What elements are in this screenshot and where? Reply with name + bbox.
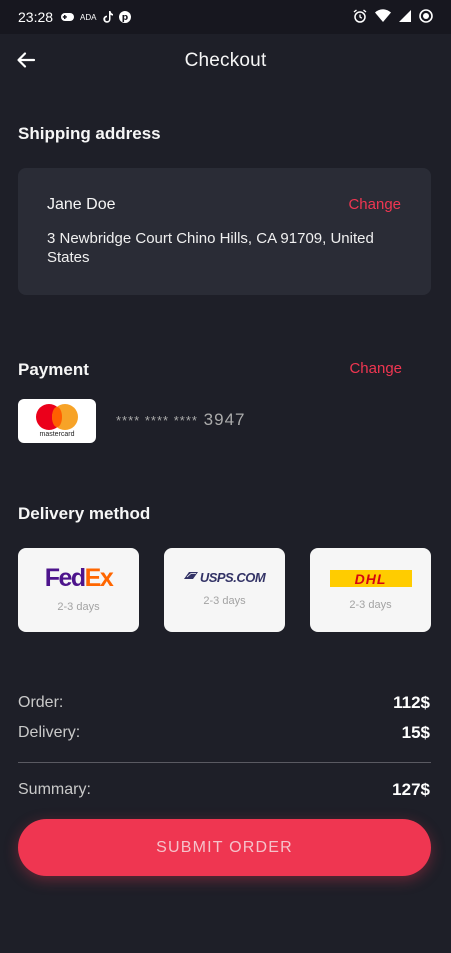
pinterest-icon: p — [118, 11, 131, 23]
change-payment-button[interactable]: Change — [349, 360, 402, 377]
app-bar: Checkout — [0, 34, 451, 88]
divider — [18, 762, 431, 763]
usps-logo: USPS.COM — [183, 570, 266, 585]
usps-eagle-icon — [183, 572, 198, 583]
cell-signal-icon — [399, 9, 411, 25]
battery-saver-icon — [419, 8, 433, 26]
shipping-section-title: Shipping address — [18, 124, 161, 143]
arrow-left-icon — [17, 52, 36, 68]
status-bar: 23:28 ADA p — [0, 0, 451, 34]
change-address-button[interactable]: Change — [348, 196, 401, 213]
delivery-label: Delivery: — [18, 724, 81, 741]
page-title: Checkout — [184, 50, 267, 71]
back-button[interactable] — [16, 50, 40, 74]
recipient-name: Jane Doe — [47, 196, 116, 213]
address-text: 3 Newbridge Court Chino Hills, CA 91709,… — [47, 230, 374, 266]
summary-value: 127$ — [392, 780, 430, 799]
wifi-icon — [375, 9, 391, 25]
order-label: Order: — [18, 694, 64, 711]
notification-text: ADA — [80, 12, 97, 22]
delivery-value: 15$ — [401, 723, 430, 742]
carrier-option-usps[interactable]: USPS.COM 2-3 days — [164, 548, 285, 632]
card-brand-label: mastercard — [39, 431, 75, 438]
order-value: 112$ — [393, 693, 430, 712]
gamepad-icon — [61, 12, 75, 22]
carrier-option-fedex[interactable]: FedEx 2-3 days — [18, 548, 139, 632]
submit-order-button[interactable]: SUBMIT ORDER — [18, 819, 431, 876]
fedex-logo: FedEx — [44, 564, 114, 592]
delivery-days: 2-3 days — [57, 601, 100, 613]
alarm-icon — [353, 8, 367, 26]
mastercard-logo: mastercard — [18, 399, 96, 443]
delivery-days: 2-3 days — [349, 599, 392, 611]
card-number: **** **** **** 3947 — [116, 410, 246, 430]
card-last4: 3947 — [203, 410, 246, 429]
shipping-address-card: Jane Doe Change 3 Newbridge Court Chino … — [18, 168, 431, 295]
status-time: 23:28 — [18, 9, 54, 25]
tiktok-icon — [102, 11, 113, 23]
payment-section-title: Payment — [18, 360, 89, 379]
dhl-logo: DHL — [329, 570, 412, 587]
svg-text:p: p — [121, 13, 128, 23]
delivery-section-title: Delivery method — [18, 504, 151, 523]
delivery-days: 2-3 days — [203, 595, 246, 607]
summary-label: Summary: — [18, 781, 91, 798]
carrier-option-dhl[interactable]: DHL 2-3 days — [310, 548, 431, 632]
card-mask: **** **** **** — [116, 413, 198, 428]
mastercard-icon — [36, 404, 78, 430]
